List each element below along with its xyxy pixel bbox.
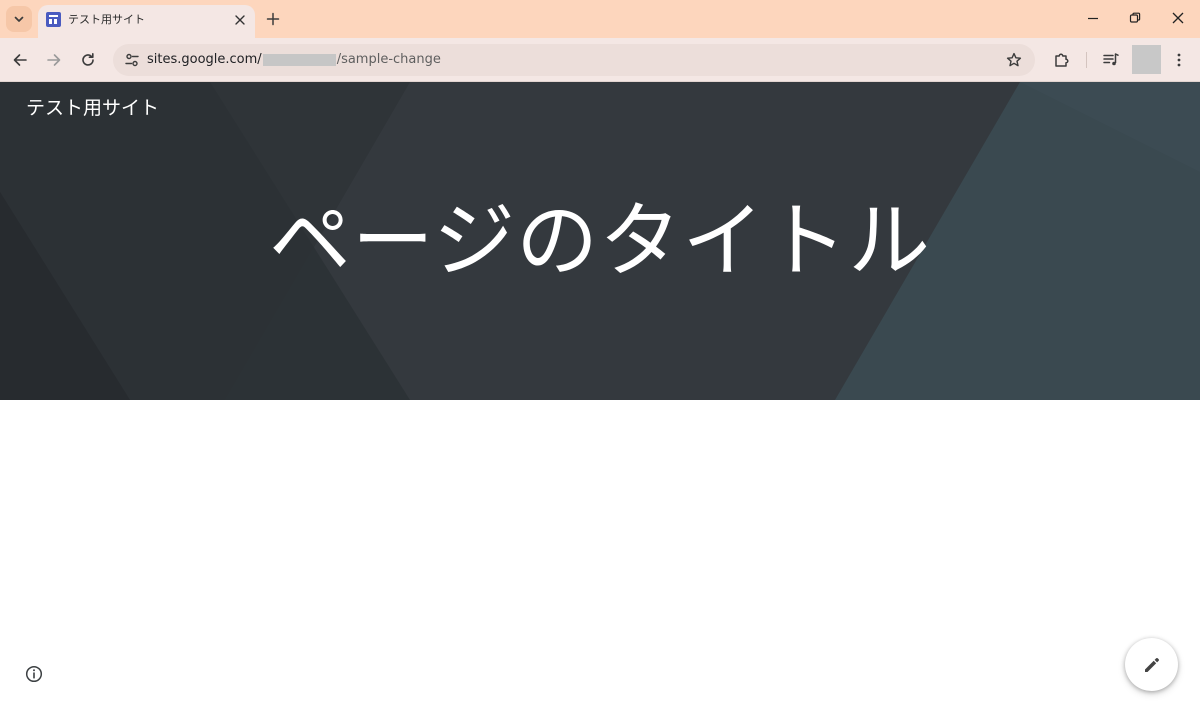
google-sites-favicon-icon: [46, 12, 61, 27]
site-name[interactable]: テスト用サイト: [26, 96, 159, 120]
edit-button[interactable]: [1125, 638, 1178, 691]
more-vert-icon: [1177, 53, 1181, 67]
tab-title: テスト用サイト: [68, 13, 145, 26]
reload-button[interactable]: [74, 46, 102, 74]
back-button[interactable]: [6, 46, 34, 74]
puzzle-icon: [1055, 53, 1069, 67]
site-info-button[interactable]: [119, 47, 145, 73]
tune-icon: [125, 53, 139, 67]
extensions-button[interactable]: [1048, 46, 1076, 74]
pencil-icon: [1144, 657, 1159, 672]
info-icon: [25, 665, 43, 683]
profile-avatar[interactable]: [1132, 45, 1161, 74]
forward-button[interactable]: [40, 46, 68, 74]
close-window-button[interactable]: [1160, 4, 1196, 32]
plus-icon: [266, 12, 280, 26]
tab-search-button[interactable]: [6, 6, 32, 32]
tab-close-button[interactable]: [231, 11, 249, 29]
browser-toolbar: sites.google.com/ /sample-change: [0, 38, 1200, 82]
address-bar[interactable]: sites.google.com/ /sample-change: [113, 44, 1035, 76]
new-tab-button[interactable]: [262, 8, 284, 30]
chevron-down-icon: [14, 16, 24, 22]
page-header-banner: テスト用サイト ページのタイトル: [0, 82, 1200, 400]
restore-icon: [1129, 12, 1141, 23]
close-icon: [235, 15, 245, 25]
toolbar-divider: [1086, 52, 1087, 68]
url-redacted-segment: [262, 54, 336, 66]
browser-menu-button[interactable]: [1165, 46, 1193, 74]
star-icon: [1006, 52, 1022, 67]
info-button[interactable]: [22, 662, 46, 686]
active-tab[interactable]: テスト用サイト: [38, 5, 255, 38]
media-controls-button[interactable]: [1097, 46, 1125, 74]
queue-music-icon: [1103, 53, 1119, 66]
minimize-button[interactable]: [1075, 4, 1111, 32]
restore-button[interactable]: [1117, 4, 1153, 32]
page-title: ページのタイトル: [268, 194, 932, 289]
minimize-icon: [1088, 17, 1098, 20]
tab-strip: テスト用サイト: [0, 0, 1200, 38]
url-path: /sample-change: [336, 52, 441, 67]
arrow-right-icon: [47, 54, 61, 66]
bookmark-button[interactable]: [1001, 47, 1027, 73]
close-icon: [1172, 12, 1184, 24]
url-text[interactable]: sites.google.com/ /sample-change: [147, 52, 441, 68]
arrow-left-icon: [13, 54, 27, 66]
url-host: sites.google.com/: [147, 52, 262, 67]
reload-icon: [82, 53, 94, 66]
